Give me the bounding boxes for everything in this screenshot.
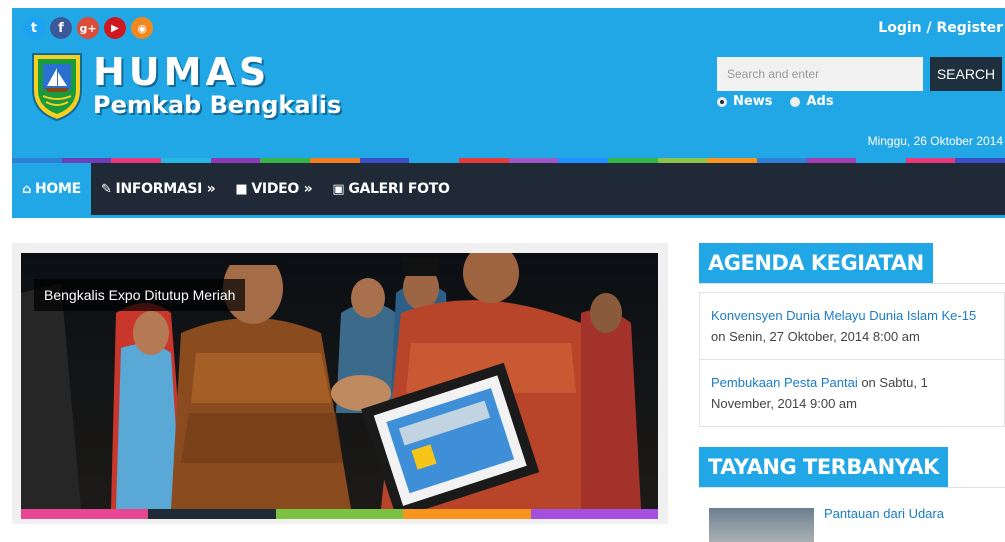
current-date: Minggu, 26 Oktober 2014 <box>867 134 1003 148</box>
youtube-icon[interactable]: ▶ <box>104 17 126 39</box>
featured-slider-panel: Bengkalis Expo Ditutup Meriah <box>12 243 668 524</box>
brand-title: HUMAS <box>93 50 271 94</box>
nav-video[interactable]: ■ VIDEO » <box>225 163 322 215</box>
slider-image[interactable]: Bengkalis Expo Ditutup Meriah <box>21 253 658 509</box>
agenda-title: AGENDA KEGIATAN <box>699 243 933 283</box>
edit-icon: ✎ <box>100 181 112 197</box>
slider-bar-segment <box>403 509 531 519</box>
popular-title: TAYANG TERBANYAK <box>699 447 948 487</box>
brand-subtitle: Pemkab Bengkalis <box>93 91 342 119</box>
camera-icon: ▣ <box>332 181 345 197</box>
slider-bar-segment <box>530 509 659 519</box>
popular-item-link[interactable]: Pantauan dari Udara <box>824 506 944 521</box>
slider-color-bar <box>21 509 659 519</box>
nav-informasi-label: INFORMASI » <box>115 181 216 197</box>
agenda-widget: AGENDA KEGIATAN Konvensyen Dunia Melayu … <box>699 243 1005 427</box>
nav-home-label: HOME <box>35 181 81 197</box>
agenda-divider <box>699 283 1005 284</box>
slider-bar-segment <box>148 509 276 519</box>
popular-widget: TAYANG TERBANYAK Pantauan dari Udara <box>699 447 1005 542</box>
search-input[interactable] <box>717 57 923 91</box>
video-icon: ■ <box>235 181 248 197</box>
login-register-link[interactable]: Login / Register <box>878 20 1003 36</box>
rss-icon[interactable]: ◉ <box>131 17 153 39</box>
slider-bar-segment <box>21 509 149 519</box>
popular-thumbnail[interactable] <box>709 508 814 542</box>
sidebar: AGENDA KEGIATAN Konvensyen Dunia Melayu … <box>699 243 1005 542</box>
nav-galeri-foto[interactable]: ▣ GALERI FOTO <box>322 163 459 215</box>
agenda-item-link[interactable]: Konvensyen Dunia Melayu Dunia Islam Ke-1… <box>711 308 976 323</box>
nav-galeri-label: GALERI FOTO <box>348 181 450 197</box>
agenda-item-when: on Senin, 27 Oktober, 2014 8:00 am <box>711 329 920 344</box>
site-header: t f g+ ▶ ◉ HUMAS Pemkab Bengkalis Login … <box>12 8 1005 158</box>
slide-caption[interactable]: Bengkalis Expo Ditutup Meriah <box>34 279 246 311</box>
main-nav: ⌂ HOME ✎ INFORMASI » ■ VIDEO » ▣ GALERI … <box>12 163 1005 218</box>
search-type-options: News Ads <box>717 94 834 109</box>
nav-informasi[interactable]: ✎ INFORMASI » <box>91 163 225 215</box>
agenda-item: Konvensyen Dunia Melayu Dunia Islam Ke-1… <box>699 292 1005 360</box>
radio-ads[interactable] <box>790 96 801 107</box>
popular-divider <box>699 487 1005 488</box>
popular-item[interactable]: Pantauan dari Udara <box>699 502 1005 542</box>
twitter-icon[interactable]: t <box>23 17 45 39</box>
regency-crest-logo[interactable] <box>31 50 83 122</box>
home-icon: ⌂ <box>22 181 32 197</box>
radio-ads-label: Ads <box>806 94 834 109</box>
slider-bar-segment <box>275 509 404 519</box>
site-brand[interactable]: HUMAS Pemkab Bengkalis <box>93 52 341 118</box>
agenda-item: Pembukaan Pesta Pantai on Sabtu, 1 Novem… <box>699 360 1005 427</box>
nav-home[interactable]: ⌂ HOME <box>12 163 91 215</box>
google-plus-icon[interactable]: g+ <box>77 17 99 39</box>
radio-news-label: News <box>733 94 773 109</box>
facebook-icon[interactable]: f <box>50 17 72 39</box>
nav-video-label: VIDEO » <box>251 181 313 197</box>
social-links: t f g+ ▶ ◉ <box>23 17 153 39</box>
radio-news[interactable] <box>717 96 727 107</box>
search-button[interactable]: SEARCH <box>930 57 1002 91</box>
agenda-item-link[interactable]: Pembukaan Pesta Pantai <box>711 375 858 390</box>
